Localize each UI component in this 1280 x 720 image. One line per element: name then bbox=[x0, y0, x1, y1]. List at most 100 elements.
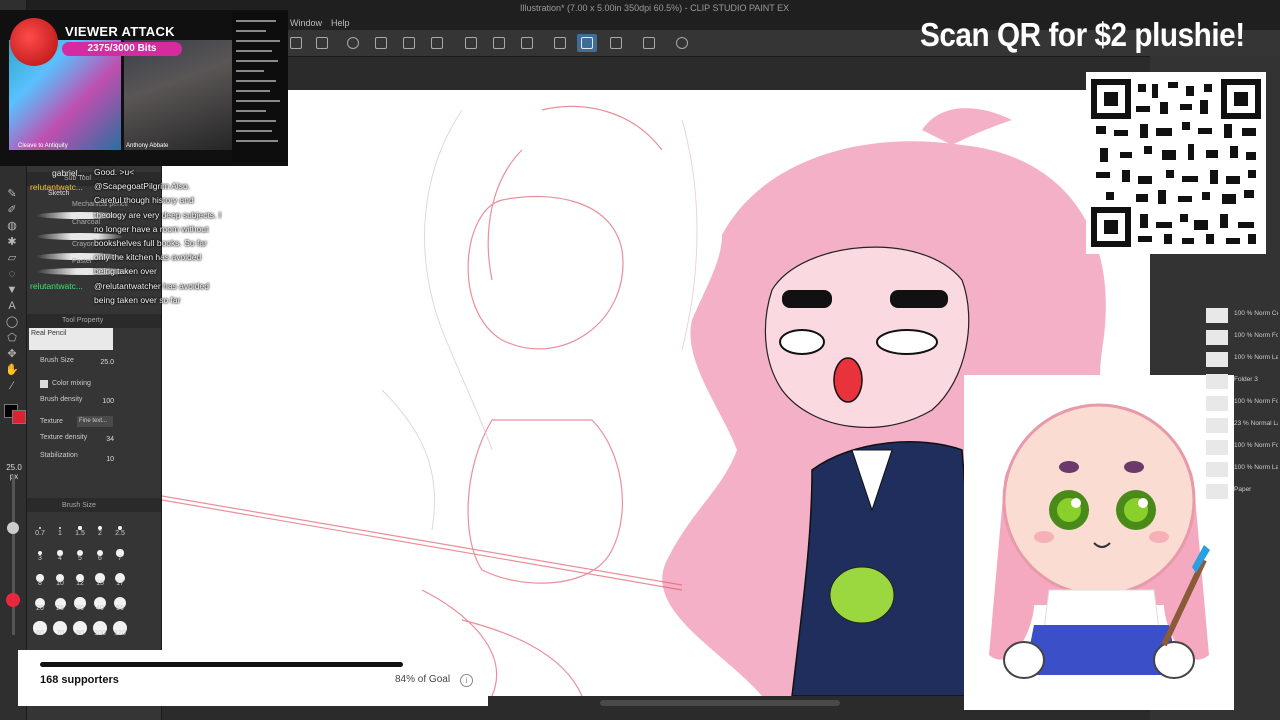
layer-label[interactable]: 100 % Norm Folder 4 bbox=[1234, 332, 1278, 339]
brush-size-label: 4 bbox=[58, 555, 62, 562]
chat-line bbox=[236, 60, 278, 62]
blend-icon[interactable]: ◌ bbox=[5, 268, 19, 280]
layer-label[interactable]: 100 % Norm Celestian's Fi... bbox=[1234, 310, 1278, 317]
lasso-icon[interactable]: ◯ bbox=[5, 316, 19, 328]
deselect-button[interactable] bbox=[517, 34, 537, 52]
prop-value[interactable]: 10 bbox=[92, 456, 114, 463]
prop-value[interactable]: 100 bbox=[92, 398, 114, 405]
text-icon[interactable]: A bbox=[5, 300, 19, 312]
transform-button[interactable] bbox=[427, 34, 447, 52]
prop-value[interactable]: 25.0 bbox=[92, 359, 114, 366]
brush-name: Real Pencil bbox=[31, 330, 67, 337]
left-eyebrow bbox=[782, 290, 832, 308]
brush-tool-button[interactable] bbox=[606, 34, 626, 52]
brush-size-label: 12 bbox=[76, 580, 84, 587]
fill-icon[interactable]: ▼ bbox=[5, 284, 19, 296]
brush-size-slider[interactable] bbox=[12, 475, 15, 635]
redo-button[interactable] bbox=[312, 34, 332, 52]
open-mouth bbox=[833, 357, 863, 403]
brush-size-label: 17 bbox=[116, 580, 124, 587]
prop-label: Brush Size bbox=[40, 357, 74, 364]
layer-label[interactable]: 23 % Normal Layer 1 bbox=[1234, 420, 1278, 427]
chat-line bbox=[236, 30, 266, 32]
cam-label-left: Cleave to Antiquity bbox=[18, 143, 68, 149]
layer-label[interactable]: 100 % Norm Folder 2 bbox=[1234, 442, 1278, 449]
viewer-attack-title: VIEWER ATTACK bbox=[65, 24, 175, 39]
brush-size-label: 3 bbox=[38, 555, 42, 562]
texture-select[interactable]: Fine text... bbox=[77, 416, 113, 427]
chat-message: bookshelves full books. So far bbox=[94, 238, 207, 248]
color-mixing-checkbox[interactable] bbox=[40, 380, 48, 388]
chat-line bbox=[236, 100, 280, 102]
settings-icon[interactable] bbox=[343, 34, 363, 52]
prop-label: Color mixing bbox=[52, 380, 91, 387]
airbrush-icon[interactable]: ◍ bbox=[5, 220, 19, 232]
layer-label[interactable]: 100 % Norm Layer 14 bbox=[1234, 354, 1278, 361]
pen-tool-button[interactable] bbox=[550, 34, 570, 52]
help-icon[interactable] bbox=[672, 34, 692, 52]
canvas-scrollbar[interactable] bbox=[600, 700, 840, 706]
mascot-eyebrow-right bbox=[1124, 461, 1144, 473]
pen-icon[interactable]: ✎ bbox=[5, 188, 19, 200]
brush-size-slider-knob[interactable] bbox=[7, 522, 19, 534]
layer-thumbnail[interactable] bbox=[1206, 352, 1228, 367]
layer-thumbnail[interactable] bbox=[1206, 440, 1228, 455]
select-all-button[interactable] bbox=[489, 34, 509, 52]
select-button[interactable] bbox=[461, 34, 481, 52]
eraser-icon[interactable]: ▱ bbox=[5, 252, 19, 264]
layer-label[interactable]: 100 % Norm Folder 1 bbox=[1234, 398, 1278, 405]
mascot-eyebrow-left bbox=[1059, 461, 1079, 473]
hand-icon[interactable]: ✋ bbox=[5, 364, 19, 376]
mascot-head bbox=[1002, 403, 1196, 597]
chat-username: relutantwatc... bbox=[30, 182, 83, 192]
record-icon[interactable] bbox=[6, 593, 20, 607]
eyedropper-icon[interactable]: ⁄ bbox=[5, 380, 19, 392]
layer-label[interactable]: 100 % Norm Layer 3 bbox=[1234, 464, 1278, 471]
chat-message: being taken over so far bbox=[94, 295, 181, 305]
prop-value[interactable]: 34 bbox=[92, 436, 114, 443]
brush-size-label: 80 bbox=[76, 630, 84, 637]
clear-button[interactable] bbox=[371, 34, 391, 52]
menu-help[interactable]: Help bbox=[331, 18, 350, 28]
layer-thumbnail[interactable] bbox=[1206, 374, 1228, 389]
pencil-tool-button[interactable] bbox=[577, 34, 597, 52]
brush-size-label: 120 bbox=[114, 630, 126, 637]
qr-code-graphic bbox=[1091, 79, 1261, 247]
prop-label: Stabilization bbox=[40, 452, 78, 459]
layer-button[interactable] bbox=[639, 34, 659, 52]
mascot-shoe-right bbox=[1153, 641, 1195, 679]
move-icon[interactable]: ✥ bbox=[5, 348, 19, 360]
red-sketch bbox=[162, 105, 683, 696]
brush-size-label: 7 bbox=[118, 555, 122, 562]
info-icon[interactable]: i bbox=[460, 674, 473, 687]
brush-item-label[interactable]: Pastel bbox=[72, 258, 91, 265]
layer-thumbnail[interactable] bbox=[1206, 484, 1228, 499]
brush-size-label: 40 bbox=[96, 605, 104, 612]
chat-line bbox=[236, 110, 266, 112]
qr-code[interactable] bbox=[1086, 72, 1266, 254]
brush-icon[interactable]: ✐ bbox=[5, 204, 19, 216]
figure-icon[interactable]: ⬠ bbox=[5, 332, 19, 344]
brush-size-label: 2 bbox=[98, 530, 102, 537]
fill-button[interactable] bbox=[399, 34, 419, 52]
undo-button[interactable] bbox=[286, 34, 306, 52]
chat-line bbox=[236, 130, 272, 132]
layer-thumbnail[interactable] bbox=[1206, 330, 1228, 345]
chat-message: Good. >u< bbox=[94, 167, 135, 177]
layer-thumbnail[interactable] bbox=[1206, 396, 1228, 411]
prop-label: Texture bbox=[40, 418, 63, 425]
decoration-icon[interactable]: ✱ bbox=[5, 236, 19, 248]
layer-thumbnail[interactable] bbox=[1206, 418, 1228, 433]
bits-progress-text: 2375/3000 Bits bbox=[87, 43, 157, 54]
layer-label[interactable]: Folder 3 bbox=[1234, 376, 1278, 383]
sub-color-swatch[interactable] bbox=[12, 410, 26, 424]
layer-thumbnail[interactable] bbox=[1206, 462, 1228, 477]
layer-label[interactable]: Paper bbox=[1234, 486, 1278, 493]
brush-size-label: 60 bbox=[36, 630, 44, 637]
brush-size-dot[interactable] bbox=[39, 527, 41, 529]
menu-window[interactable]: Window bbox=[290, 18, 322, 28]
layer-thumbnail[interactable] bbox=[1206, 308, 1228, 323]
scan-qr-banner: Scan QR for $2 plushie! bbox=[920, 16, 1245, 53]
brush-item-label[interactable]: Crayon bbox=[72, 241, 95, 248]
mascot-top bbox=[1043, 589, 1160, 631]
